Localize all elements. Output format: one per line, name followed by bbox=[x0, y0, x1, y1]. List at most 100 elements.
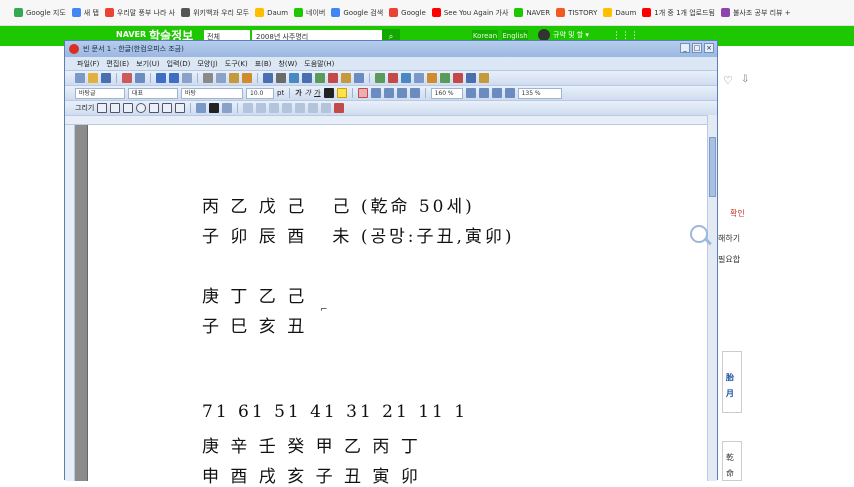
bookmark-item[interactable]: 우리말 풍부 나라 사 bbox=[104, 8, 175, 18]
confirm-link[interactable]: 확인 bbox=[730, 208, 745, 219]
window-titlebar[interactable]: 빈 문서 1 - 한글(한컴오피스 조금) _ □ × bbox=[65, 41, 717, 57]
equation-icon[interactable] bbox=[375, 73, 385, 83]
download-icon[interactable]: ⇩ bbox=[741, 74, 749, 85]
close-button[interactable]: × bbox=[704, 43, 714, 53]
menu-item[interactable]: 모양(J) bbox=[197, 59, 217, 69]
distribute-icon[interactable] bbox=[409, 88, 420, 98]
redo-icon[interactable] bbox=[169, 73, 179, 83]
fill-color-icon[interactable] bbox=[196, 103, 207, 113]
memo-icon[interactable] bbox=[414, 73, 424, 83]
rotate-icon[interactable] bbox=[295, 103, 306, 113]
curve-tool-icon[interactable] bbox=[175, 103, 186, 113]
shape-icon[interactable] bbox=[341, 73, 351, 83]
bookmark-item[interactable]: 위키백과 우리 모두 bbox=[181, 8, 249, 18]
indent-icon[interactable] bbox=[465, 88, 476, 98]
new-doc-icon[interactable] bbox=[75, 73, 85, 83]
bookmark-item[interactable]: 1개 중 1개 업로드됨 bbox=[642, 8, 715, 18]
cut-icon[interactable] bbox=[203, 73, 213, 83]
line-color-icon[interactable] bbox=[209, 103, 220, 113]
menu-item[interactable]: 편집(E) bbox=[106, 59, 129, 69]
scroll-thumb[interactable] bbox=[709, 137, 716, 197]
menu-item[interactable]: 파일(F) bbox=[77, 59, 99, 69]
menu-item[interactable]: 도움말(H) bbox=[304, 59, 334, 69]
arc-tool-icon[interactable] bbox=[149, 103, 160, 113]
menu-item[interactable]: 표(B) bbox=[255, 59, 272, 69]
style-select[interactable]: 바탕글 bbox=[75, 87, 125, 99]
bookmark-item[interactable]: 네이버 bbox=[294, 8, 325, 18]
bring-front-icon[interactable] bbox=[269, 103, 280, 113]
menu-item[interactable]: 도구(K) bbox=[225, 59, 248, 69]
style-icon[interactable] bbox=[263, 73, 273, 83]
picture-icon[interactable] bbox=[328, 73, 338, 83]
maximize-button[interactable]: □ bbox=[692, 43, 702, 53]
vertical-scrollbar[interactable] bbox=[707, 115, 717, 481]
preview-icon[interactable] bbox=[135, 73, 145, 83]
table-icon[interactable] bbox=[302, 73, 312, 83]
footnote-icon[interactable] bbox=[427, 73, 437, 83]
vertical-ruler[interactable] bbox=[65, 125, 75, 481]
flip-icon[interactable] bbox=[308, 103, 319, 113]
line-spacing-select[interactable]: 160 % bbox=[430, 87, 463, 99]
numbering-icon[interactable] bbox=[504, 88, 515, 98]
char-shape-icon[interactable] bbox=[289, 73, 299, 83]
bookmark-item[interactable]: 불사조 공부 리뷰 + bbox=[720, 8, 791, 18]
bookmark-item[interactable]: TISTORY bbox=[556, 8, 597, 17]
bookmark-item[interactable]: NAVER bbox=[514, 8, 550, 17]
textbox-icon[interactable] bbox=[354, 73, 364, 83]
bookmark-item[interactable]: 새 탭 bbox=[71, 8, 99, 18]
font-select[interactable]: 바탕 bbox=[181, 87, 243, 99]
line-tool-icon[interactable] bbox=[110, 103, 121, 113]
hanja-icon[interactable] bbox=[401, 73, 411, 83]
align-left-icon[interactable] bbox=[370, 88, 381, 98]
bookmark-item[interactable]: Daum bbox=[603, 8, 636, 17]
paste-icon[interactable] bbox=[229, 73, 239, 83]
symbol-icon[interactable] bbox=[388, 73, 398, 83]
zoom-select[interactable]: 135 % bbox=[517, 87, 562, 99]
lang-select[interactable]: 대표 bbox=[128, 87, 178, 99]
menu-item[interactable]: 보기(U) bbox=[136, 59, 159, 69]
hyperlink-icon[interactable] bbox=[479, 73, 489, 83]
horizontal-ruler[interactable] bbox=[65, 115, 717, 125]
document-page[interactable]: ⌐ 丙 乙 戊 己 己 (乾命 50세) 子 卯 辰 酉 未 (공망:子丑,寅卯)… bbox=[87, 125, 707, 487]
outdent-icon[interactable] bbox=[478, 88, 489, 98]
underline-button[interactable]: 가 bbox=[314, 88, 320, 98]
ungroup-icon[interactable] bbox=[256, 103, 267, 113]
heart-icon[interactable]: ♡ bbox=[723, 74, 733, 87]
align-justify-icon[interactable] bbox=[357, 88, 368, 98]
page-num-icon[interactable] bbox=[453, 73, 463, 83]
menu-item[interactable]: 창(W) bbox=[278, 59, 297, 69]
bookmark-icon[interactable] bbox=[466, 73, 476, 83]
naver-logo[interactable]: NAVER bbox=[116, 30, 146, 39]
copy-icon[interactable] bbox=[216, 73, 226, 83]
bold-button[interactable]: 가 bbox=[295, 88, 301, 98]
align-objects-icon[interactable] bbox=[321, 103, 332, 113]
polygon-tool-icon[interactable] bbox=[162, 103, 173, 113]
header-icon[interactable] bbox=[440, 73, 450, 83]
send-back-icon[interactable] bbox=[282, 103, 293, 113]
italic-button[interactable]: 가 bbox=[305, 88, 311, 98]
chart-icon[interactable] bbox=[315, 73, 325, 83]
align-center-icon[interactable] bbox=[383, 88, 394, 98]
shadow-icon[interactable] bbox=[334, 103, 345, 113]
bookmark-item[interactable]: Google 검색 bbox=[331, 8, 383, 18]
align-right-icon[interactable] bbox=[396, 88, 407, 98]
undo-icon[interactable] bbox=[156, 73, 166, 83]
minimize-button[interactable]: _ bbox=[680, 43, 690, 53]
text-color-icon[interactable] bbox=[323, 88, 334, 98]
group-icon[interactable] bbox=[243, 103, 254, 113]
bookmark-item[interactable]: Google bbox=[389, 8, 426, 17]
paragraph-icon[interactable] bbox=[276, 73, 286, 83]
font-size-select[interactable]: 10.0 bbox=[246, 87, 274, 99]
print-icon[interactable] bbox=[122, 73, 132, 83]
format-painter-icon[interactable] bbox=[242, 73, 252, 83]
highlight-icon[interactable] bbox=[336, 88, 347, 98]
bookmark-item[interactable]: Google 지도 bbox=[14, 8, 66, 18]
bookmark-item[interactable]: Daum bbox=[255, 8, 288, 17]
bullet-icon[interactable] bbox=[491, 88, 502, 98]
menu-item[interactable]: 입력(D) bbox=[167, 59, 191, 69]
ellipse-tool-icon[interactable] bbox=[136, 103, 147, 113]
rect-tool-icon[interactable] bbox=[123, 103, 134, 113]
bookmark-item[interactable]: See You Again 가사 bbox=[431, 8, 508, 18]
select-object-icon[interactable] bbox=[97, 103, 108, 113]
line-style-icon[interactable] bbox=[222, 103, 233, 113]
